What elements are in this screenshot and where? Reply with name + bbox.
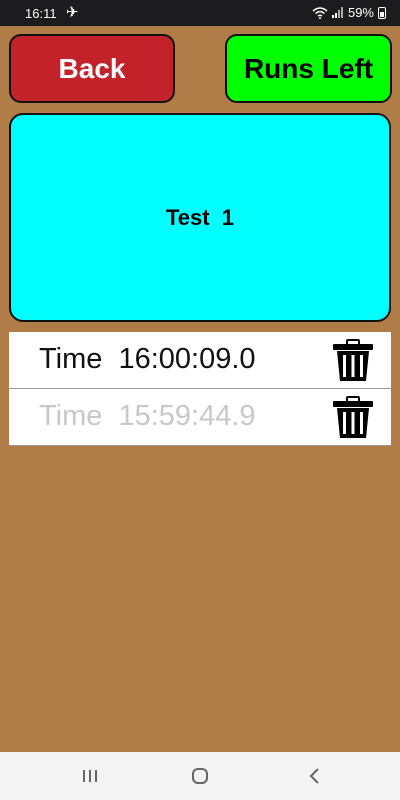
wifi-icon <box>312 6 328 19</box>
status-bar: 16:11 ✈ 59% <box>0 0 400 26</box>
battery-icon <box>378 6 386 19</box>
time-label: Time 16:00:09.0 <box>39 343 256 375</box>
status-indicators: 59% <box>312 5 386 20</box>
back-nav-icon[interactable] <box>305 766 325 786</box>
recent-apps-icon[interactable] <box>80 766 100 786</box>
airplane-icon: ✈ <box>66 4 79 21</box>
back-button[interactable]: Back <box>9 34 175 103</box>
status-time: 16:11 <box>25 6 57 21</box>
signal-icon <box>331 7 343 18</box>
home-icon[interactable] <box>190 766 210 786</box>
navigation-bar <box>0 752 400 800</box>
battery-percent: 59% <box>347 5 374 20</box>
test-panel[interactable]: Test 1 <box>9 113 391 322</box>
time-label: Time 15:59:44.9 <box>39 400 256 432</box>
time-row[interactable]: Time 16:00:09.0 <box>9 332 391 389</box>
time-row[interactable]: Time 15:59:44.9 <box>9 389 391 446</box>
runs-left-button[interactable]: Runs Left <box>225 34 392 103</box>
test-title: Test 1 <box>165 204 235 230</box>
trash-icon[interactable] <box>329 339 377 383</box>
trash-icon[interactable] <box>329 396 377 440</box>
times-list: Time 16:00:09.0 Time 15:59:44.9 <box>9 332 391 446</box>
